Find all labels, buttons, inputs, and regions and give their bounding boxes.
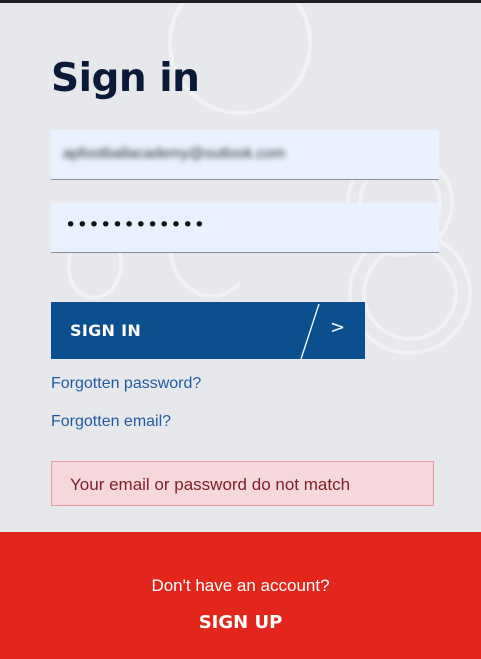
sign-in-button[interactable]: SIGN IN > — [51, 302, 365, 359]
button-divider — [300, 303, 320, 359]
error-message-box: Your email or password do not match — [51, 461, 434, 506]
password-value: •••••••••••• — [65, 214, 206, 236]
password-field[interactable]: •••••••••••• — [51, 203, 439, 253]
error-message-text: Your email or password do not match — [70, 475, 351, 494]
page-title: Sign in — [51, 56, 200, 101]
signup-footer: Don't have an account? SIGN UP — [0, 532, 481, 659]
sign-in-button-label: SIGN IN — [70, 321, 142, 340]
email-field[interactable]: apfootballacademy@outlook.com — [51, 130, 439, 180]
chevron-right-icon: > — [330, 317, 346, 338]
email-value: apfootballacademy@outlook.com — [63, 145, 286, 162]
forgotten-password-link[interactable]: Forgotten password? — [51, 375, 201, 393]
no-account-prompt: Don't have an account? — [151, 576, 330, 595]
forgotten-email-link[interactable]: Forgotten email? — [51, 413, 171, 431]
sign-up-link[interactable]: SIGN UP — [0, 612, 481, 633]
